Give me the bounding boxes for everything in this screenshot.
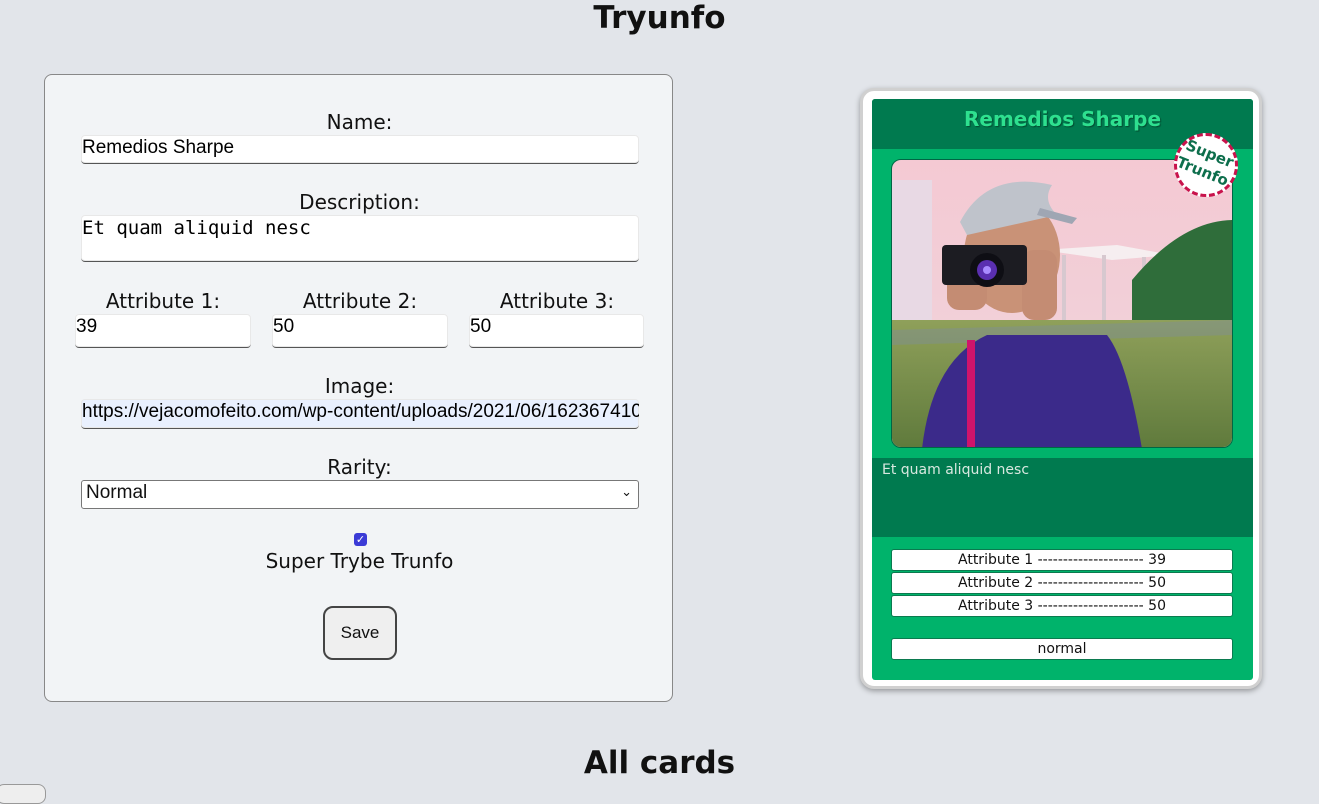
card-attr3: Attribute 3 --------------------- 50 [891, 595, 1233, 617]
attr2-input[interactable]: 50 [272, 314, 448, 348]
photographer-image [892, 160, 1232, 447]
rarity-selected-value: Normal [86, 482, 148, 503]
attr1-label: Attribute 1: [105, 289, 221, 313]
all-cards-title: All cards [583, 745, 736, 781]
description-textarea[interactable]: Et quam aliquid nesc [81, 215, 639, 262]
super-trunfo-checkbox[interactable]: ✓ [354, 533, 367, 546]
attr1-input[interactable]: 39 [75, 314, 251, 348]
save-button[interactable]: Save [323, 606, 397, 660]
card-description: Et quam aliquid nesc [882, 462, 1030, 478]
name-input[interactable]: Remedios Sharpe [81, 135, 639, 164]
page-title: Tryunfo [593, 0, 726, 36]
card-preview: Remedios Sharpe Super Trunfo Et quam ali… [860, 88, 1262, 689]
card-rarity: normal [891, 638, 1233, 660]
card-form: Name: Remedios Sharpe Description: Et qu… [44, 74, 673, 702]
card-attr2: Attribute 2 --------------------- 50 [891, 572, 1233, 594]
attr2-label: Attribute 2: [302, 289, 418, 313]
rarity-label: Rarity: [327, 455, 392, 479]
rarity-select[interactable]: Normal ⌄ [81, 480, 639, 509]
chevron-down-icon: ⌄ [621, 484, 632, 499]
super-trunfo-label: Super Trybe Trunfo [265, 549, 454, 573]
image-label: Image: [324, 374, 395, 398]
card-image [891, 159, 1233, 448]
image-input[interactable]: https://vejacomofeito.com/wp-content/upl… [81, 399, 639, 429]
card-attr1: Attribute 1 --------------------- 39 [891, 549, 1233, 571]
attr3-label: Attribute 3: [499, 289, 615, 313]
attr3-input[interactable]: 50 [469, 314, 644, 348]
name-label: Name: [326, 110, 393, 134]
super-trunfo-badge: Super Trunfo [1174, 133, 1238, 197]
card-description-box: Et quam aliquid nesc [872, 458, 1253, 537]
corner-tab [0, 784, 46, 804]
card-body: Remedios Sharpe Super Trunfo Et quam ali… [872, 99, 1253, 680]
card-name: Remedios Sharpe [963, 107, 1162, 131]
description-label: Description: [299, 190, 420, 214]
